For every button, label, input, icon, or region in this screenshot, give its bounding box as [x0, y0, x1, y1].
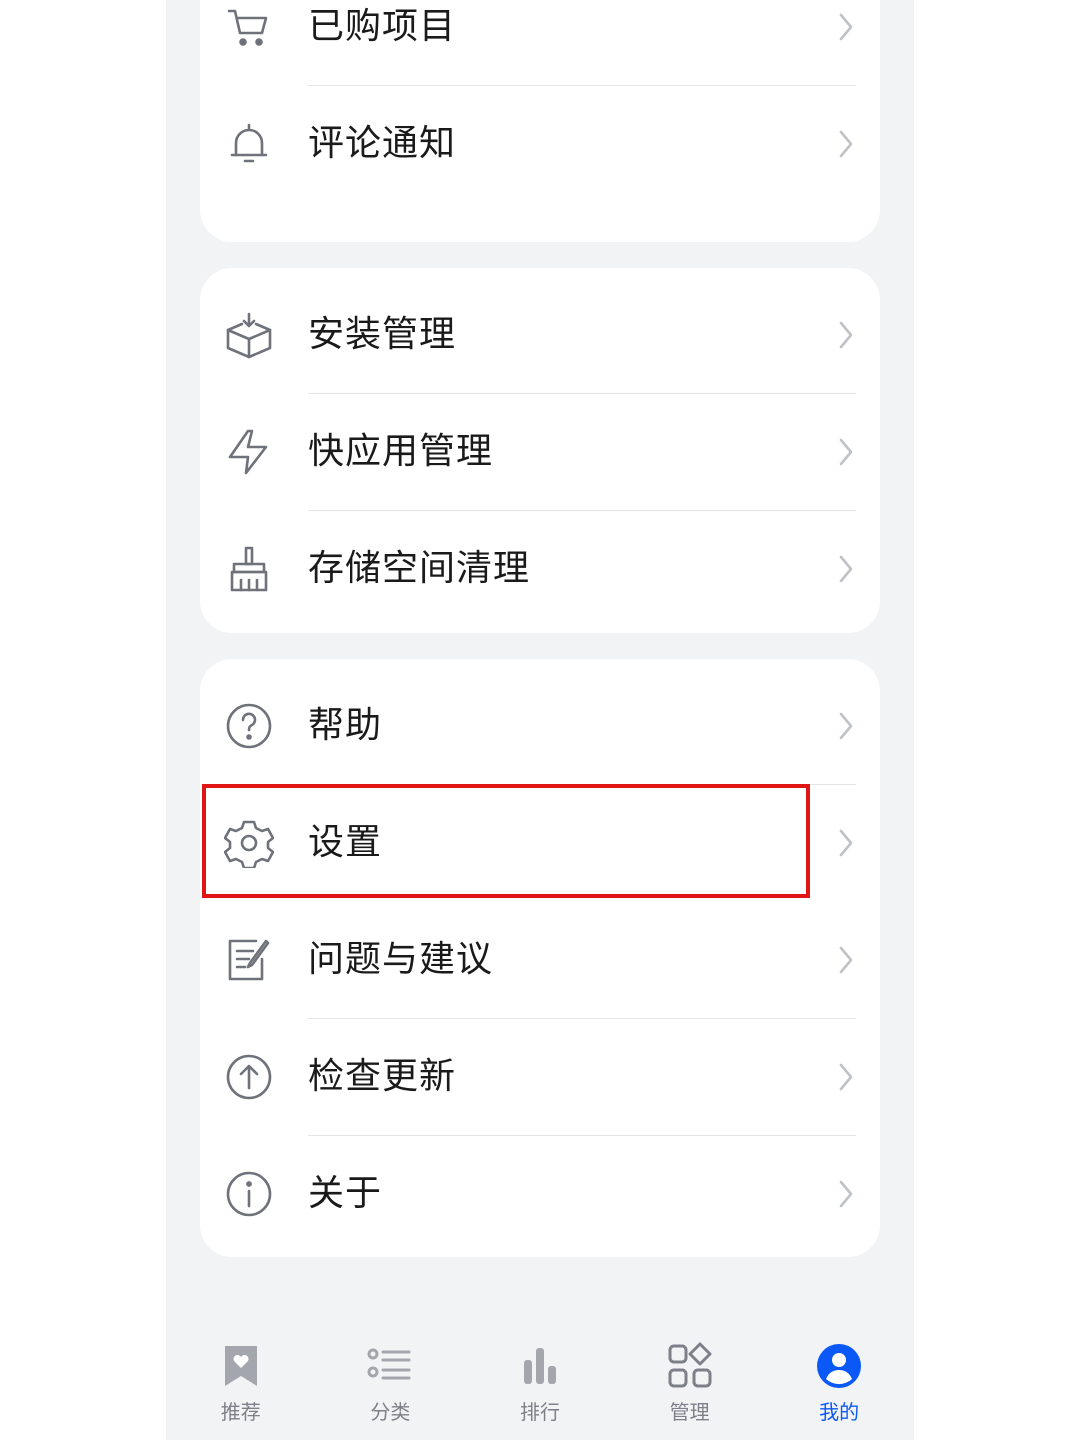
menu-item-feedback[interactable]: 问题与建议 — [200, 901, 880, 1018]
menu-item-settings[interactable]: 设置 — [200, 784, 880, 901]
tab-label: 我的 — [819, 1400, 860, 1424]
app-screen: 已购项目 评论通知 安装管理 快应用管理 存储空间清理 帮助 设置 问题与建议 … — [166, 0, 914, 1440]
tab-label: 分类 — [370, 1400, 411, 1424]
menu-card-purchases: 已购项目 评论通知 — [200, 0, 880, 242]
menu-item-check-update[interactable]: 检查更新 — [200, 1018, 880, 1135]
info-circle-icon — [224, 1169, 274, 1219]
menu-item-install-management[interactable]: 安装管理 — [200, 276, 880, 393]
tab-mine[interactable]: 我的 — [764, 1318, 914, 1440]
menu-item-label: 已购项目 — [308, 6, 457, 47]
chevron-right-icon — [836, 435, 856, 469]
bell-icon — [224, 119, 274, 169]
menu-item-label: 帮助 — [308, 705, 383, 746]
menu-card-management: 安装管理 快应用管理 存储空间清理 — [200, 268, 880, 633]
tab-recommend[interactable]: 推荐 — [166, 1318, 316, 1440]
menu-item-quick-app-management[interactable]: 快应用管理 — [200, 393, 880, 510]
user-icon — [815, 1342, 863, 1390]
menu-item-label: 检查更新 — [308, 1056, 457, 1097]
tab-category[interactable]: 分类 — [316, 1318, 466, 1440]
chevron-right-icon — [836, 1060, 856, 1094]
menu-item-label: 设置 — [308, 822, 383, 863]
bookmark-heart-icon — [217, 1342, 265, 1390]
bar-chart-icon — [516, 1342, 564, 1390]
menu-item-label: 关于 — [308, 1173, 383, 1214]
box-install-icon — [224, 310, 274, 360]
chevron-right-icon — [836, 709, 856, 743]
tab-label: 推荐 — [220, 1400, 261, 1424]
apps-grid-icon — [666, 1342, 714, 1390]
menu-item-label: 安装管理 — [308, 314, 457, 355]
gear-icon — [224, 818, 274, 868]
chevron-right-icon — [836, 318, 856, 352]
menu-item-label: 评论通知 — [308, 123, 457, 164]
chevron-right-icon — [836, 1177, 856, 1211]
menu-item-comment-notifications[interactable]: 评论通知 — [200, 85, 880, 202]
help-circle-icon — [224, 701, 274, 751]
menu-item-label: 快应用管理 — [308, 431, 494, 472]
chevron-right-icon — [836, 10, 856, 44]
menu-item-about[interactable]: 关于 — [200, 1135, 880, 1252]
tab-label: 管理 — [669, 1400, 710, 1424]
chevron-right-icon — [836, 826, 856, 860]
lightning-icon — [224, 427, 274, 477]
divider — [308, 784, 856, 785]
list-icon — [366, 1342, 414, 1390]
cart-icon — [224, 2, 274, 52]
tab-manage[interactable]: 管理 — [615, 1318, 765, 1440]
menu-item-label: 问题与建议 — [308, 939, 494, 980]
arrow-up-circle-icon — [224, 1052, 274, 1102]
menu-item-purchased[interactable]: 已购项目 — [200, 0, 880, 85]
tab-ranking[interactable]: 排行 — [465, 1318, 615, 1440]
menu-item-help[interactable]: 帮助 — [200, 667, 880, 784]
menu-card-support: 帮助 设置 问题与建议 检查更新 关于 — [200, 659, 880, 1257]
edit-note-icon — [224, 935, 274, 985]
divider — [308, 1135, 856, 1136]
broom-icon — [224, 544, 274, 594]
menu-item-storage-cleanup[interactable]: 存储空间清理 — [200, 510, 880, 627]
bottom-tab-bar: 推荐 分类 排行 管理 我的 — [166, 1318, 914, 1440]
chevron-right-icon — [836, 943, 856, 977]
menu-item-label: 存储空间清理 — [308, 548, 531, 589]
chevron-right-icon — [836, 127, 856, 161]
tab-label: 排行 — [519, 1400, 560, 1424]
chevron-right-icon — [836, 552, 856, 586]
